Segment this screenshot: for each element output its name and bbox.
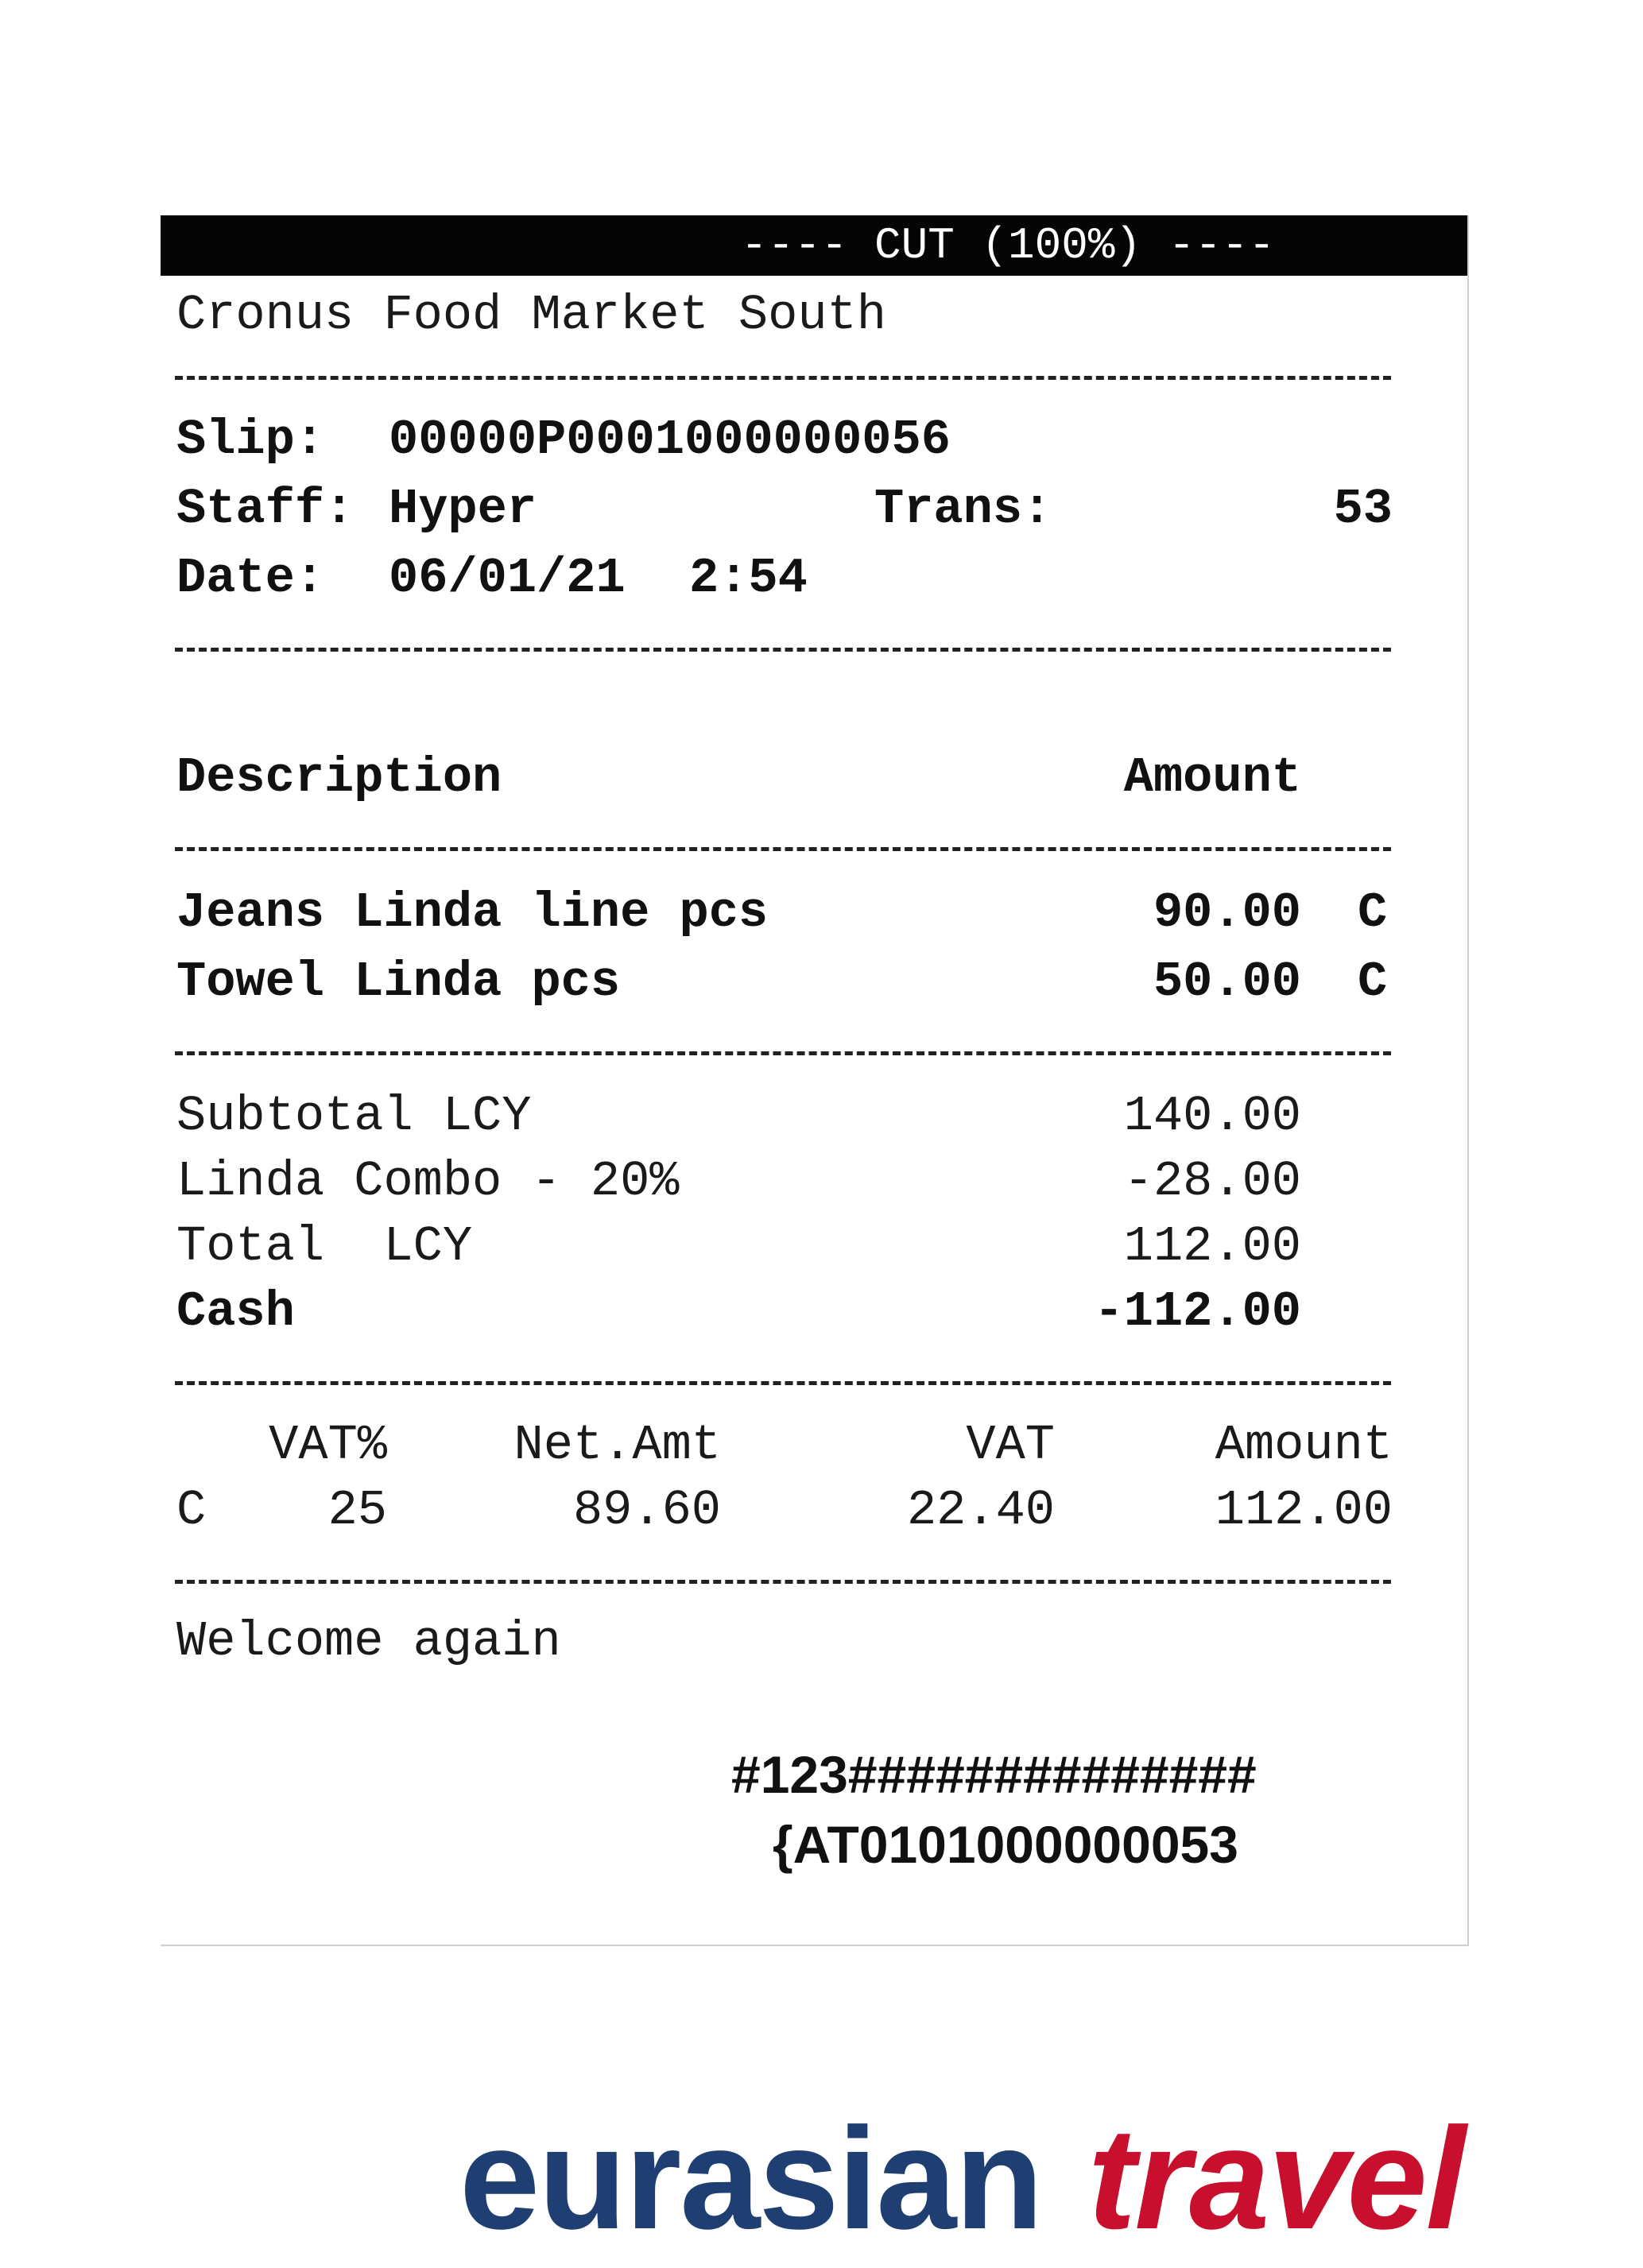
item-description: Jeans Linda line pcs [176,884,769,941]
item-vat-code: C [1358,954,1388,1010]
item-vat-code: C [1358,884,1388,941]
welcome-message: Welcome again [176,1613,561,1670]
eurasian-travel-logo: eurasian travel [459,2106,1466,2251]
barcode-line-1: #123############## [731,1745,1257,1804]
subtotal-label: Subtotal LCY [176,1088,532,1144]
separator [175,1374,1391,1391]
vat-header-amount: Amount [1215,1417,1393,1473]
discount-label: Linda Combo - 20% [176,1153,680,1209]
separator [175,369,1391,386]
column-amount: Amount [1123,749,1301,806]
barcode-line-2: {AT0101000000053 [773,1815,1238,1874]
separator [175,840,1391,857]
staff-value: Hyper [389,481,537,537]
vat-row-pct: 25 [327,1482,387,1538]
vat-header-pct: VAT% [269,1417,387,1473]
total-label: Total LCY [176,1218,473,1275]
receipt: ---- CUT (100%) ---- Cronus Food Market … [161,215,1469,1946]
separator [175,1573,1391,1590]
vat-row-vat: 22.40 [906,1482,1055,1538]
cut-bar: ---- CUT (100%) ---- [161,215,1467,276]
logo-word-travel: travel [1087,2097,1467,2259]
vat-row-amount: 112.00 [1215,1482,1393,1538]
discount-value: -28.00 [1123,1153,1301,1209]
date-label: Date: [176,550,325,606]
vat-header-net: Net.Amt [513,1417,721,1473]
separator [175,641,1391,658]
cut-label: ---- CUT (100%) ---- [741,220,1276,271]
cash-value: -112.00 [1094,1283,1301,1340]
time-value: 2:54 [689,550,808,606]
item-description: Towel Linda pcs [176,954,621,1010]
subtotal-value: 140.00 [1123,1088,1301,1144]
date-value: 06/01/21 [389,550,626,606]
item-amount: 50.00 [1153,954,1301,1010]
slip-label: Slip: [176,412,325,468]
staff-label: Staff: [176,481,355,537]
vat-row-net: 89.60 [572,1482,721,1538]
separator [175,1044,1391,1062]
item-amount: 90.00 [1153,884,1301,941]
total-value: 112.00 [1123,1218,1301,1275]
vat-header-vat: VAT [966,1417,1055,1473]
logo-word-eurasian: eurasian [459,2097,1044,2259]
store-name: Cronus Food Market South [176,287,886,343]
slip-value: 00000P0001000000056 [389,412,951,468]
trans-label: Trans: [874,481,1052,537]
column-description: Description [176,749,502,806]
vat-row-code: C [176,1482,207,1538]
trans-value: 53 [1333,481,1393,537]
cash-label: Cash [176,1283,295,1340]
